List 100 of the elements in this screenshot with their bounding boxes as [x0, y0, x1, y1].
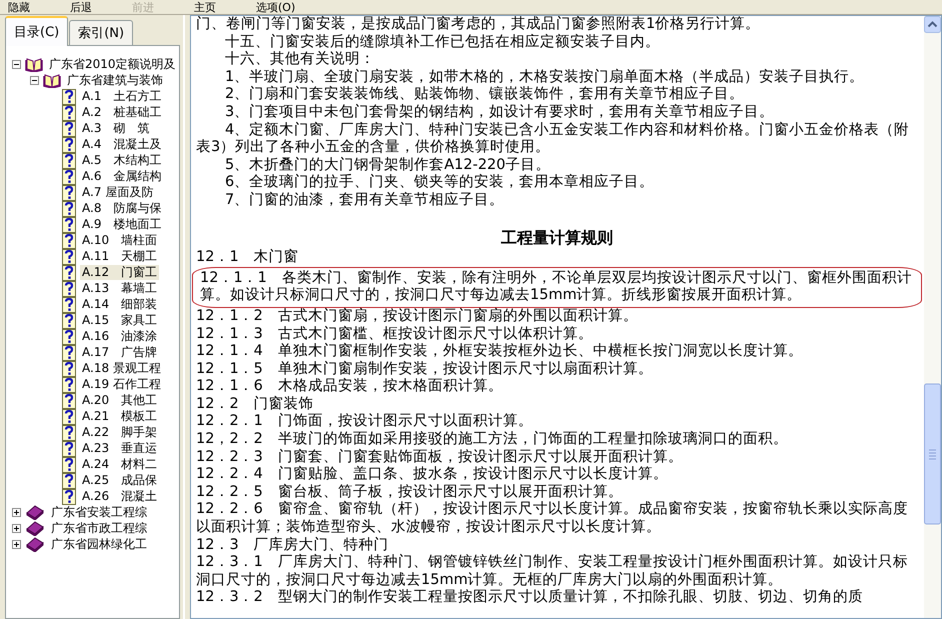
tree-item[interactable]: A.19 石作工程: [80, 376, 163, 392]
tree-item[interactable]: 广东省市政工程综: [49, 520, 149, 536]
help-page-icon: [61, 136, 77, 152]
paragraph: 门、卷闸门等门窗安装，是按成品门窗考虑的，其成品门窗参照附表1价格另行计算。: [196, 16, 762, 34]
tree-item[interactable]: A.14 细部装: [80, 296, 160, 312]
tree-item[interactable]: A.10 墙柱面: [80, 232, 160, 248]
toolbar-button[interactable]: 隐藏: [0, 0, 38, 14]
toolbar-button[interactable]: 选项(O): [248, 0, 304, 14]
help-page-icon: [61, 408, 77, 424]
paragraph: 12．3 厂库房大门、特种门: [196, 536, 390, 554]
help-page-icon: [61, 440, 77, 456]
help-page-icon: [61, 184, 77, 200]
closed-book-icon: [25, 504, 45, 520]
tab[interactable]: 目录(C): [5, 16, 68, 46]
toolbar-button[interactable]: 主页: [186, 0, 224, 14]
expand-icon[interactable]: [12, 508, 21, 516]
help-page-icon: [61, 392, 77, 408]
collapse-icon[interactable]: [30, 76, 39, 84]
tree-item[interactable]: A.22 脚手架: [80, 424, 160, 440]
paragraph: 12．1．2 古式木门窗扇，按设计图示门窗扇的外围以面积计算。: [196, 308, 639, 326]
tree-item[interactable]: A.15 家具工: [80, 312, 160, 328]
paragraph: 十五、门窗安装后的缝隙填补工作已包括在相应定额安装子目内。: [224, 34, 661, 50]
help-page-icon: [61, 376, 77, 392]
paragraph: 12．3．2 型钢大门的制作安装工程量按图示尺寸以质量计算，不扣除孔眼、切肢、切边、切角的质: [196, 589, 864, 607]
paragraph: 12．2．5 窗台板、筒子板，按设计图示尺寸以展开面积计算。: [196, 484, 624, 500]
tree-item[interactable]: A.1 土石方工: [80, 88, 164, 104]
tab[interactable]: 索引(N): [69, 20, 134, 45]
closed-book-icon: [25, 520, 45, 536]
expand-icon[interactable]: [12, 524, 21, 532]
paragraph: 12．3．1 厂库房大门、特种门、钢管镀锌铁丝门制作、安装工程量按设计门框外围面积计算。如设计只标洞口尺寸的，按洞口尺寸每边减去15mm计算。无框的厂库房大门以扇的外围面积计算。: [196, 554, 909, 588]
tree-item[interactable]: A.12 门窗工: [80, 264, 160, 280]
section-heading: 工程量计算规则: [500, 227, 614, 250]
paragraph: 4、定额木门窗、厂库房大门、特种门安装已含小五金安装工作内容和材料价格。门窗小五金价格表（附表3）列出了各种小五金的含量，供价格换算时使用。: [196, 122, 910, 156]
collapse-icon[interactable]: [12, 60, 21, 68]
help-page-icon: [61, 200, 77, 216]
tree-item[interactable]: 广东省安装工程综: [49, 504, 149, 520]
paragraph: 5、木折叠门的大门钢骨架制作套A12-220子目。: [224, 156, 552, 174]
tree-item[interactable]: A.20 其他工: [80, 392, 160, 408]
paragraph: 12．2 门窗装饰: [196, 396, 315, 412]
paragraph: 12．2．6 窗帘盒、窗帘轨（杆），按设计图示尺寸以长度计算。成品窗帘安装，按窗帘轨长乘以实际高度以面积计算；装饰造型帘头、水波幔帘，按设计图示尺寸以长度计算。: [196, 501, 909, 536]
paragraph: 12．1．5 单独木门窗扇制作安装，按设计图示尺寸以扇面积计算。: [196, 360, 654, 378]
tree-item[interactable]: A.13 幕墙工: [80, 280, 160, 296]
help-page-icon: [61, 424, 77, 440]
closed-book-icon: [25, 536, 45, 552]
help-page-icon: [61, 216, 77, 232]
help-page-icon: [61, 232, 77, 248]
tree-item[interactable]: A.18 景观工程: [80, 360, 163, 376]
help-page-icon: [61, 312, 77, 328]
paragraph: 12．1．1 各类木门、窗制作、安装，除有注明外，不论单层双层均按设计图示尺寸以门、窗框外围面积计算。如设计只标洞口尺寸的，按洞口尺寸每边减去15mm计算。折线形窗按展开面积计算。: [200, 270, 912, 305]
paragraph: 12．1．4 单独木门窗框制作安装，外框安装按框外边长、中横框长按门洞宽以长度计算。: [196, 343, 804, 360]
tree-item[interactable]: A.21 模板工: [80, 408, 160, 424]
paragraph: 2、门扇和门套安装装饰线、贴装饰物、镶嵌装饰件，套用有关章节相应子目。: [224, 86, 746, 104]
help-page-icon: [61, 296, 77, 312]
tree-item[interactable]: 广东省园林绿化工: [49, 536, 149, 552]
paragraph: 12．2．4 门窗贴脸、盖口条、披水条，按设计图示尺寸以长度计算。: [196, 466, 669, 484]
help-page-icon: [61, 168, 77, 184]
toolbar-button[interactable]: 后退: [62, 0, 100, 14]
paragraph: 7、门窗的油漆，套用有关章节相应子目。: [224, 192, 506, 210]
help-page-icon: [61, 104, 77, 120]
help-page-icon: [61, 248, 77, 264]
help-page-icon: [61, 360, 77, 376]
paragraph: 12，2．2 半玻门的饰面如采用接驳的施工方法，门饰面的工程量扣除玻璃洞口的面积。: [196, 431, 789, 448]
help-page-icon: [61, 472, 77, 488]
tree-item[interactable]: A.26 混凝土: [80, 488, 160, 504]
tree-item[interactable]: A.11 天棚工: [80, 248, 160, 264]
paragraph: 1、半玻门扇、全玻门扇安装，如带木格的，木格安装按门扇单面木格（半成品）安装子目执行。: [224, 68, 866, 86]
tree-item[interactable]: A.9 楼地面工: [80, 216, 164, 232]
tree-item[interactable]: A.6 金属结构: [80, 168, 164, 184]
help-page-icon: [61, 264, 77, 280]
paragraph: 12．2．3 门窗套、门窗套贴饰面板，按设计图示尺寸以展开面积计算。: [196, 448, 684, 466]
paragraph: 12．2．1 门饰面，按设计图示尺寸以面积计算。: [196, 413, 534, 430]
tree-item[interactable]: A.5 木结构工: [80, 152, 164, 168]
help-page-icon: [61, 488, 77, 504]
open-book-icon: [43, 72, 61, 88]
help-page-icon: [61, 328, 77, 344]
tree-item[interactable]: A.24 材料二: [80, 456, 160, 472]
tree-item[interactable]: A.7 屋面及防: [80, 184, 156, 200]
tree-item[interactable]: A.8 防腐与保: [80, 200, 164, 216]
tree-item[interactable]: 广东省建筑与装饰: [65, 72, 165, 88]
paragraph: 12．1．3 古式木门窗槛、框按设计图示尺寸以体积计算。: [196, 326, 594, 342]
paragraph: 12．1．6 木格成品安装，按木格面积计算。: [196, 378, 504, 396]
paragraph: 3、门套项目中未包门套骨架的钢结构，如设计有要求时，套用有关章节相应子目。: [224, 104, 776, 122]
tree-item[interactable]: A.16 油漆涂: [80, 328, 160, 344]
help-page-icon: [61, 456, 77, 472]
paragraph: 6、全玻璃门的拉手、门夹、锁夹等的安装，套用本章相应子目。: [224, 174, 656, 192]
help-page-icon: [61, 152, 77, 168]
paragraph: 十六、其他有关说明：: [224, 51, 376, 68]
help-page-icon: [61, 120, 77, 136]
tree-item[interactable]: A.23 垂直运: [80, 440, 160, 456]
tree-item[interactable]: A.25 成品保: [80, 472, 160, 488]
tree-item[interactable]: A.4 混凝土及: [80, 136, 164, 152]
paragraph: 12．1 木门窗: [196, 249, 300, 267]
tree-item[interactable]: A.3 砌 筑: [80, 120, 152, 136]
tree-item[interactable]: 广东省2010定额说明及: [47, 56, 178, 72]
help-page-icon: [61, 344, 77, 360]
help-page-icon: [61, 88, 77, 104]
open-book-icon: [25, 56, 43, 72]
tree-item[interactable]: A.2 桩基础工: [80, 104, 164, 120]
expand-icon[interactable]: [12, 540, 21, 548]
tree-item[interactable]: A.17 广告牌: [80, 344, 160, 360]
